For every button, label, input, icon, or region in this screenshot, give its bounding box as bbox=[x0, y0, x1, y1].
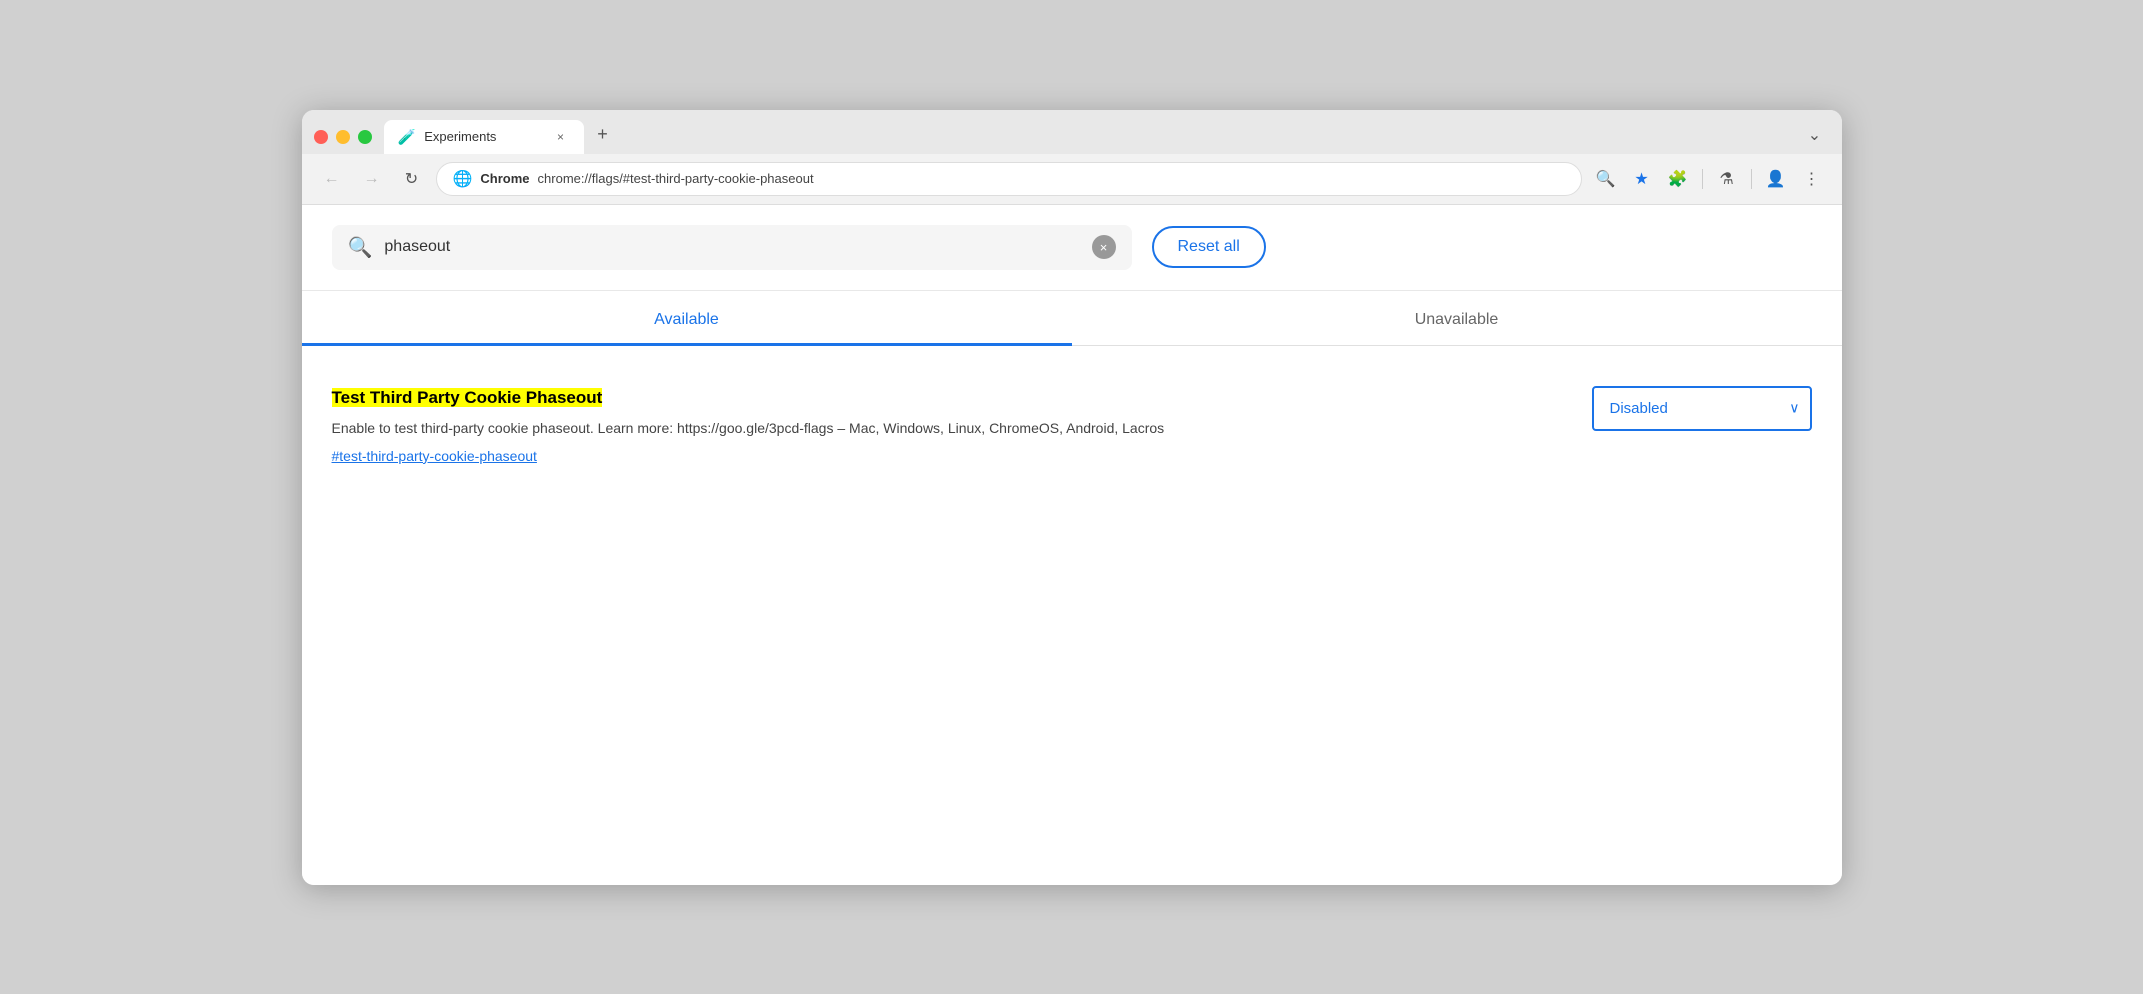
flag-info: Test Third Party Cookie Phaseout Enable … bbox=[332, 386, 1552, 464]
green-traffic-light[interactable] bbox=[358, 130, 372, 144]
clear-search-button[interactable]: × bbox=[1092, 235, 1116, 259]
flag-select-wrapper: Default Disabled Enabled ∨ bbox=[1592, 386, 1812, 431]
toolbar: ← → ↻ 🌐 Chrome chrome://flags/#test-thir… bbox=[302, 154, 1842, 205]
url-text: chrome://flags/#test-third-party-cookie-… bbox=[538, 171, 814, 186]
toolbar-divider-2 bbox=[1751, 169, 1752, 189]
traffic-lights bbox=[314, 130, 372, 144]
red-traffic-light[interactable] bbox=[314, 130, 328, 144]
toolbar-divider-1 bbox=[1702, 169, 1703, 189]
tab-menu-button[interactable]: ⌄ bbox=[1800, 120, 1830, 150]
flag-control: Default Disabled Enabled ∨ bbox=[1592, 386, 1812, 431]
search-input[interactable] bbox=[384, 238, 1079, 256]
flags-tabs: Available Unavailable bbox=[302, 291, 1842, 346]
flags-list: Test Third Party Cookie Phaseout Enable … bbox=[302, 346, 1842, 504]
tab-close-button[interactable]: × bbox=[552, 128, 570, 146]
flag-entry: Test Third Party Cookie Phaseout Enable … bbox=[332, 366, 1812, 484]
active-tab[interactable]: 🧪 Experiments × bbox=[384, 120, 584, 154]
yellow-traffic-light[interactable] bbox=[336, 130, 350, 144]
address-bar[interactable]: 🌐 Chrome chrome://flags/#test-third-part… bbox=[436, 162, 1582, 196]
browser-window: 🧪 Experiments × + ⌄ ← → ↻ 🌐 Chrome chrom… bbox=[302, 110, 1842, 885]
toolbar-actions: 🔍 ★ 🧩 ⚗ 👤 ⋮ bbox=[1590, 163, 1828, 195]
search-icon: 🔍 bbox=[348, 235, 373, 260]
chrome-logo-icon: 🌐 bbox=[453, 169, 473, 189]
back-button[interactable]: ← bbox=[316, 163, 348, 195]
tab-unavailable[interactable]: Unavailable bbox=[1072, 291, 1842, 345]
forward-button[interactable]: → bbox=[356, 163, 388, 195]
zoom-button[interactable]: 🔍 bbox=[1590, 163, 1622, 195]
extensions-button[interactable]: 🧩 bbox=[1662, 163, 1694, 195]
flag-title: Test Third Party Cookie Phaseout bbox=[332, 386, 1552, 410]
flag-anchor-link[interactable]: #test-third-party-cookie-phaseout bbox=[332, 448, 1552, 464]
tab-favicon: 🧪 bbox=[398, 128, 417, 146]
page-content: 🔍 × Reset all Available Unavailable Test… bbox=[302, 205, 1842, 885]
reset-all-button[interactable]: Reset all bbox=[1152, 226, 1266, 268]
search-wrapper: 🔍 × bbox=[332, 225, 1132, 270]
refresh-button[interactable]: ↻ bbox=[396, 163, 428, 195]
flag-description: Enable to test third-party cookie phaseo… bbox=[332, 417, 1212, 439]
bookmark-button[interactable]: ★ bbox=[1626, 163, 1658, 195]
title-bar: 🧪 Experiments × + ⌄ bbox=[302, 110, 1842, 154]
tab-available[interactable]: Available bbox=[302, 291, 1072, 345]
chrome-menu-button[interactable]: ⋮ bbox=[1796, 163, 1828, 195]
new-tab-button[interactable]: + bbox=[588, 120, 618, 150]
flag-select[interactable]: Default Disabled Enabled bbox=[1592, 386, 1812, 431]
flags-search-bar: 🔍 × Reset all bbox=[302, 205, 1842, 291]
profile-button[interactable]: 👤 bbox=[1760, 163, 1792, 195]
tabs-area: 🧪 Experiments × + ⌄ bbox=[384, 120, 1830, 154]
chrome-label: Chrome bbox=[480, 171, 529, 186]
experiments-button[interactable]: ⚗ bbox=[1711, 163, 1743, 195]
tab-title: Experiments bbox=[424, 129, 543, 144]
